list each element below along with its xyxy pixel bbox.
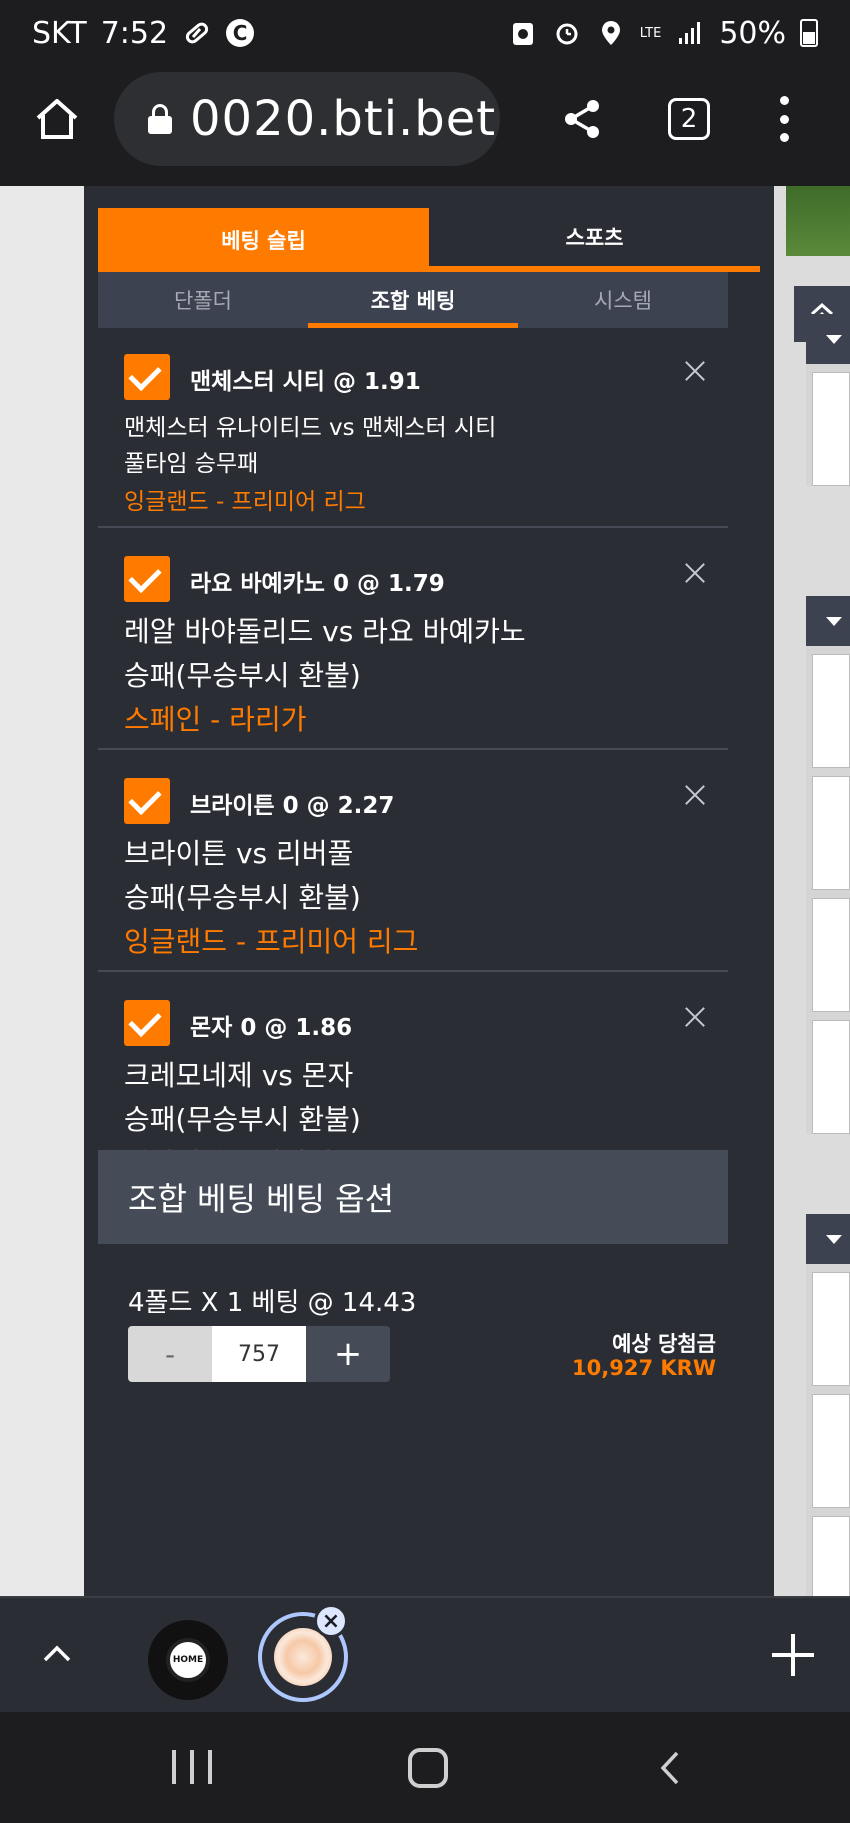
c-app-icon: C [226, 19, 255, 47]
betslip-panel: 베팅 슬립 스포츠 단폴더 조합 베팅 시스템 맨체스터 시티 @ 1.91 맨… [84, 186, 774, 1596]
home-nav-icon[interactable] [408, 1748, 448, 1788]
browser-toolbar: 0020.bti.bet 2 [0, 66, 850, 186]
chevron-down-icon[interactable] [806, 596, 850, 646]
bet-selection: 맨체스터 시티 @ 1.91 [190, 369, 421, 395]
bet-checkbox[interactable] [124, 556, 170, 602]
battery-percent: 50% [719, 15, 786, 51]
plus-icon[interactable] [772, 1634, 814, 1676]
page-margin [0, 186, 84, 1596]
bet-league: 잉글랜드 - 프리미어 리그 [124, 489, 366, 515]
bet-checkbox[interactable] [124, 778, 170, 824]
system-nav-bar [0, 1712, 850, 1823]
url-text: 0020.bti.bet [190, 91, 497, 147]
home-bubble-logo: HOME [166, 1638, 210, 1682]
estimated-winnings-value: 10,927 KRW [572, 1356, 716, 1380]
stake-minus-button[interactable]: - [128, 1326, 212, 1382]
lock-icon [148, 104, 172, 134]
side-group-3 [806, 1214, 850, 1596]
bet-market: 승패(무승부시 환불) [124, 881, 361, 914]
alarm-icon [552, 18, 582, 48]
network-type: LTE [639, 25, 662, 41]
back-icon[interactable] [660, 1750, 680, 1786]
side-group-1 [806, 314, 850, 486]
chevron-down-icon[interactable] [806, 1214, 850, 1264]
stake-stepper: - 757 + [128, 1326, 390, 1382]
side-card[interactable] [812, 776, 850, 890]
web-page: 베팅 슬립 스포츠 단폴더 조합 베팅 시스템 맨체스터 시티 @ 1.91 맨… [0, 186, 850, 1596]
bet-checkbox[interactable] [124, 1000, 170, 1046]
bubble-avatar [274, 1628, 332, 1686]
bet-type-tabs: 단폴더 조합 베팅 시스템 [98, 272, 728, 328]
location-icon [596, 18, 626, 48]
side-card[interactable] [812, 898, 850, 1012]
side-card[interactable] [812, 1394, 850, 1508]
carrier-label: SKT [32, 15, 87, 51]
fold-summary: 4폴드 X 1 베팅 @ 14.43 [128, 1288, 417, 1318]
close-icon[interactable] [684, 784, 706, 806]
stake-plus-button[interactable]: + [306, 1326, 390, 1382]
bet-match: 맨체스터 유나이티드 vs 맨체스터 시티 [124, 415, 497, 441]
signal-icon [675, 18, 705, 48]
close-icon[interactable] [684, 562, 706, 584]
more-menu-icon[interactable] [776, 96, 792, 142]
share-icon[interactable] [562, 98, 602, 140]
chevron-down-icon[interactable] [806, 314, 850, 364]
tab-system[interactable]: 시스템 [518, 272, 728, 328]
stake-input[interactable]: 757 [212, 1326, 306, 1382]
recent-apps-icon[interactable] [172, 1750, 212, 1784]
tab-combo[interactable]: 조합 베팅 [308, 272, 518, 328]
side-card[interactable] [812, 1516, 850, 1596]
pill-icon [182, 18, 212, 48]
close-icon[interactable] [684, 360, 706, 382]
address-bar[interactable]: 0020.bti.bet [114, 72, 500, 166]
bet-match: 크레모네제 vs 몬자 [124, 1059, 354, 1092]
side-card[interactable] [812, 1020, 850, 1134]
side-card[interactable] [812, 372, 850, 486]
close-icon[interactable] [684, 1006, 706, 1028]
bet-options-header[interactable]: 조합 베팅 베팅 옵션 [98, 1150, 728, 1244]
browser-bottom-bar: HOME × [0, 1596, 850, 1712]
bet-item: 브라이튼 0 @ 2.27 브라이튼 vs 리버풀 승패(무승부시 환불) 잉글… [98, 750, 728, 972]
bet-checkbox[interactable] [124, 354, 170, 400]
tab-single[interactable]: 단폴더 [98, 272, 308, 328]
tab-betslip[interactable]: 베팅 슬립 [98, 208, 429, 272]
bet-selection: 브라이튼 0 @ 2.27 [190, 793, 395, 819]
recycle-icon [508, 18, 538, 48]
bet-item: 라요 바예카노 0 @ 1.79 레알 바야돌리드 vs 라요 바예카노 승패(… [98, 528, 728, 750]
chevron-up-icon[interactable] [40, 1638, 74, 1672]
bet-league: 잉글랜드 - 프리미어 리그 [124, 925, 419, 958]
bet-selection: 라요 바예카노 0 @ 1.79 [190, 571, 445, 597]
betslip-top-tabs: 베팅 슬립 스포츠 [98, 208, 760, 272]
bet-market: 풀타임 승무패 [124, 451, 259, 477]
side-card[interactable] [812, 654, 850, 768]
tab-sports[interactable]: 스포츠 [429, 208, 760, 272]
bet-league: 스페인 - 라리가 [124, 703, 307, 736]
estimated-winnings-label: 예상 당첨금 [612, 1332, 716, 1356]
close-bubble-icon[interactable]: × [314, 1604, 348, 1638]
clock: 7:52 [100, 15, 169, 51]
status-bar: SKT 7:52 C LTE 50% [0, 0, 850, 66]
banner-thumbnail [786, 186, 850, 256]
app-bubble[interactable]: HOME [148, 1620, 228, 1700]
home-icon[interactable] [32, 94, 82, 144]
bet-item: 맨체스터 시티 @ 1.91 맨체스터 유나이티드 vs 맨체스터 시티 풀타임… [98, 328, 728, 528]
bet-match: 브라이튼 vs 리버풀 [124, 837, 354, 870]
battery-icon [800, 19, 818, 47]
bet-market: 승패(무승부시 환불) [124, 1103, 361, 1136]
bet-match: 레알 바야돌리드 vs 라요 바예카노 [124, 615, 526, 648]
side-card[interactable] [812, 1272, 850, 1386]
tab-switcher-button[interactable]: 2 [668, 98, 710, 140]
bet-selection: 몬자 0 @ 1.86 [190, 1015, 353, 1041]
side-group-2 [806, 596, 850, 1134]
bet-market: 승패(무승부시 환불) [124, 659, 361, 692]
